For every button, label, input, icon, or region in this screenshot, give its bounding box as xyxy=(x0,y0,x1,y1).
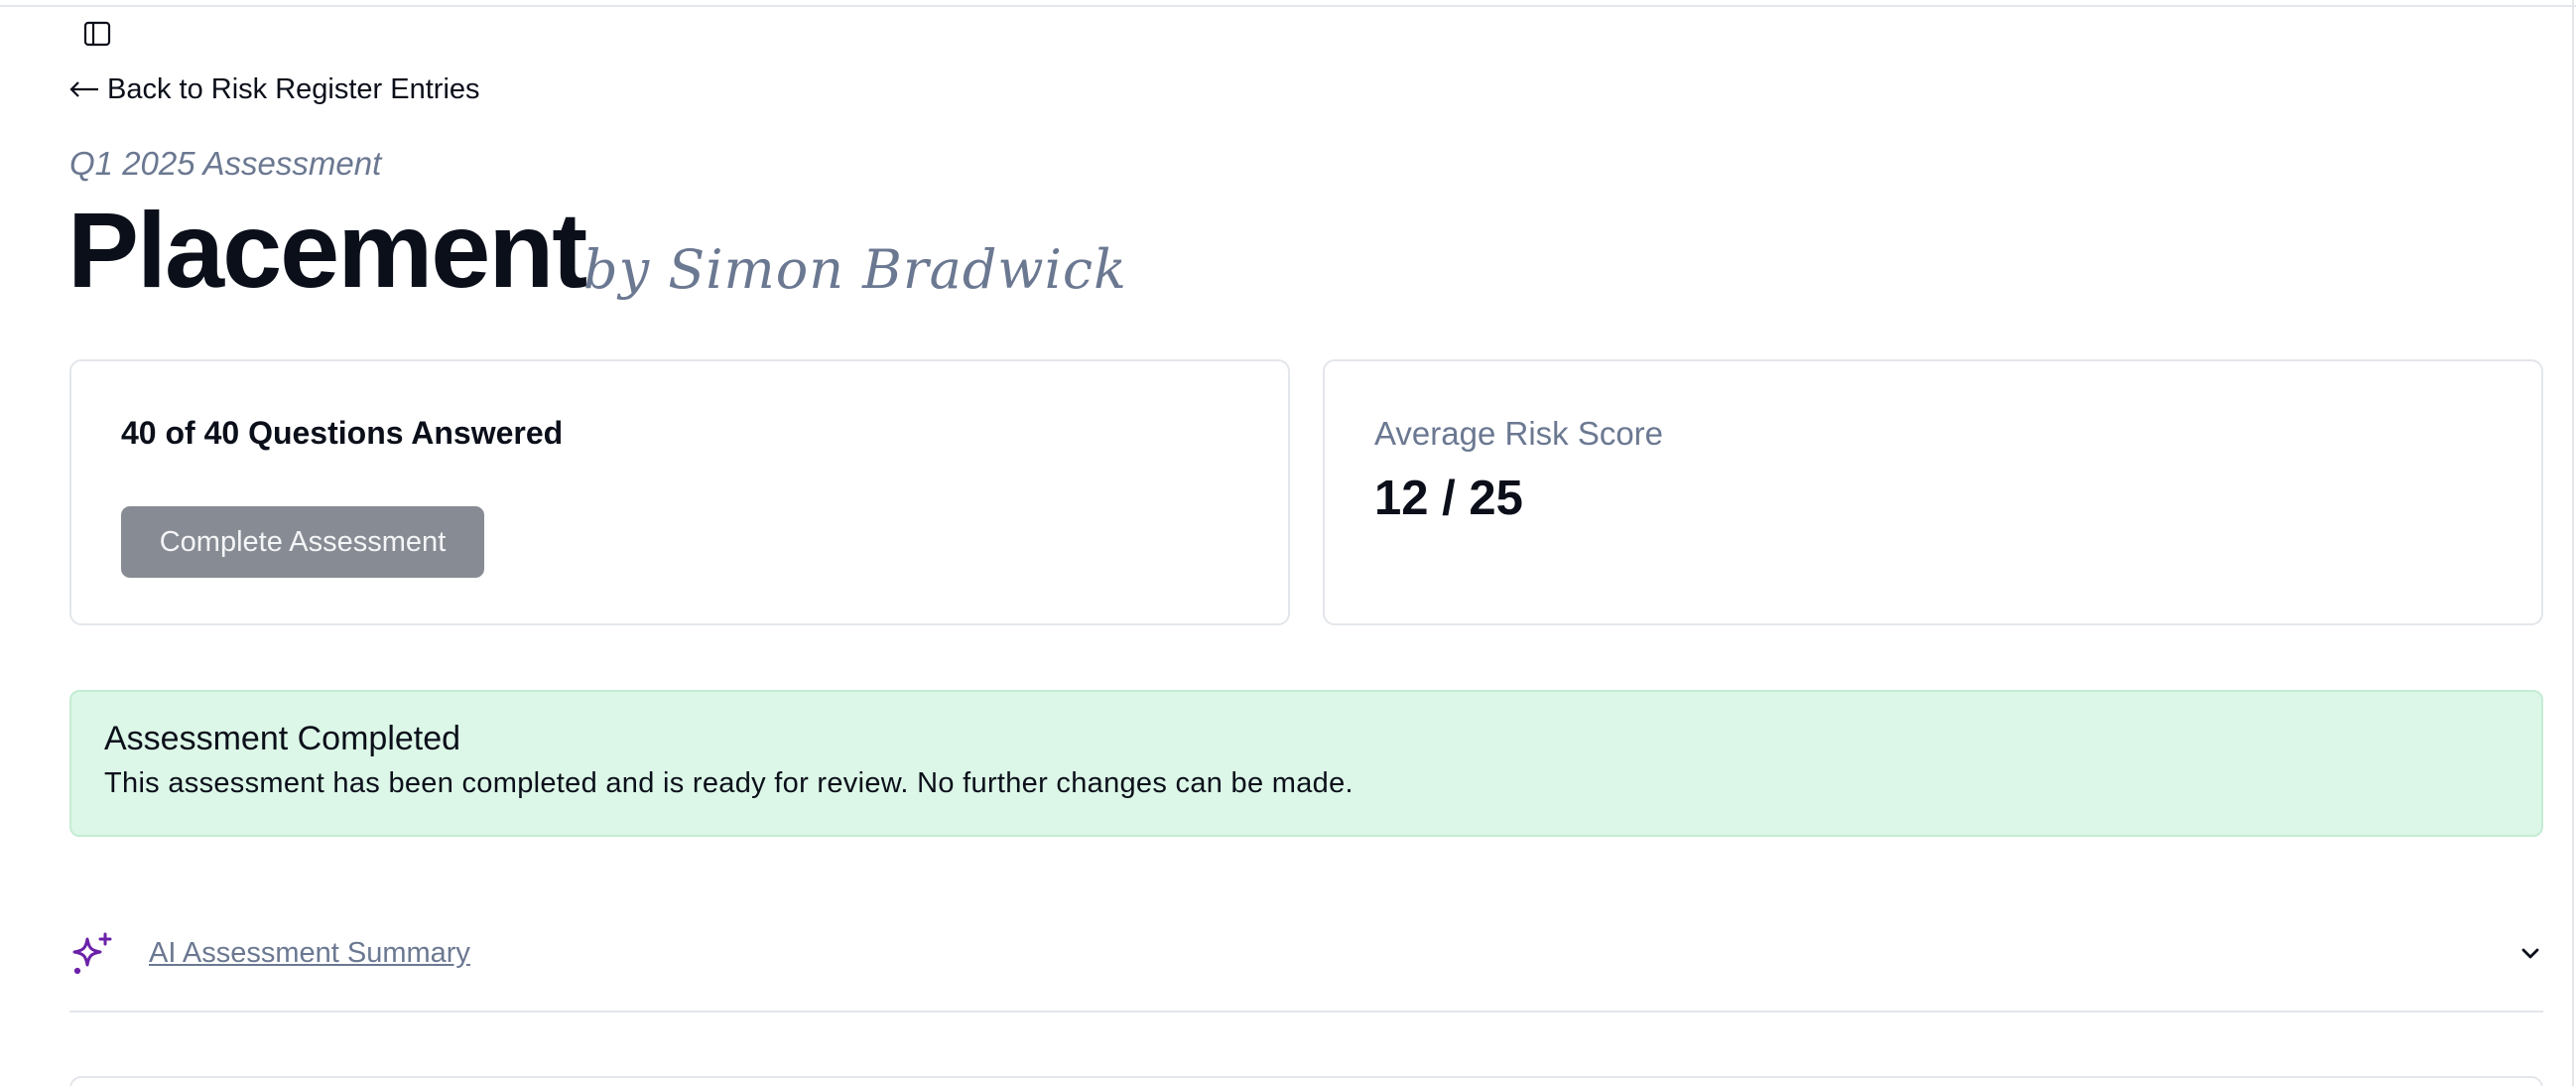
page-title: Placement xyxy=(67,190,587,310)
complete-assessment-button[interactable]: Complete Assessment xyxy=(121,506,484,578)
arrow-left-icon xyxy=(69,81,98,97)
questions-answered: 40 of 40 Questions Answered xyxy=(121,415,564,451)
ai-summary-label[interactable]: AI Assessment Summary xyxy=(149,937,470,970)
progress-card: 40 of 40 Questions Answered Complete Ass… xyxy=(69,359,1290,625)
ai-summary-accordion[interactable]: AI Assessment Summary xyxy=(69,913,2543,1013)
sidebar-toggle-icon[interactable] xyxy=(81,18,113,50)
alert-body: This assessment has been completed and i… xyxy=(104,767,1353,799)
right-edge-divider xyxy=(2572,0,2574,1086)
assessment-period: Q1 2025 Assessment xyxy=(69,145,382,182)
alert-title: Assessment Completed xyxy=(104,720,461,757)
author-signature: by Simon Bradwick xyxy=(583,238,1127,301)
sparkles-icon xyxy=(72,932,112,975)
back-link-label: Back to Risk Register Entries xyxy=(107,72,480,105)
average-risk-score-label: Average Risk Score xyxy=(1374,415,1664,452)
next-section-card xyxy=(69,1076,2543,1086)
chevron-down-icon[interactable] xyxy=(2517,941,2543,967)
top-divider xyxy=(0,5,2576,7)
assessment-completed-alert: Assessment Completed This assessment has… xyxy=(69,690,2543,837)
back-to-register-link[interactable]: Back to Risk Register Entries xyxy=(69,69,480,109)
average-risk-score-value: 12 / 25 xyxy=(1374,472,1523,525)
score-card: Average Risk Score 12 / 25 xyxy=(1323,359,2543,625)
